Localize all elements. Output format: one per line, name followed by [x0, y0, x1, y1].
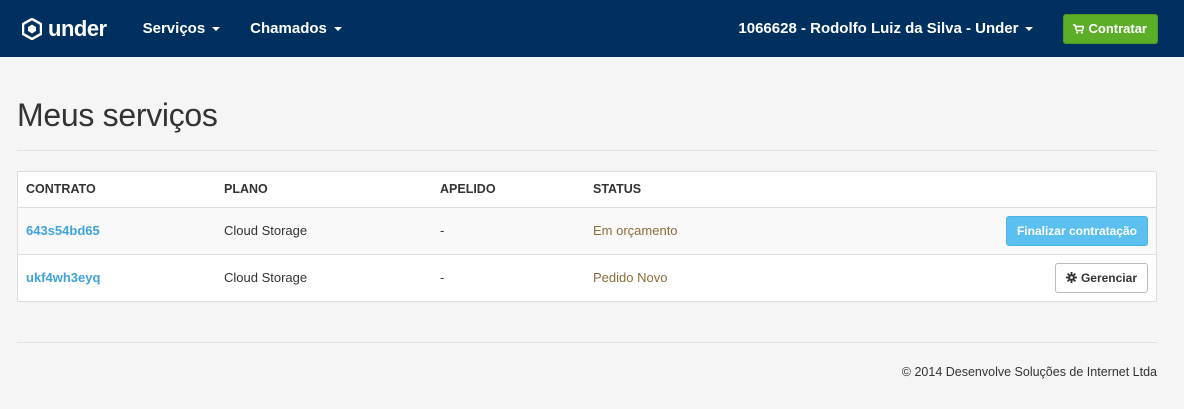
contract-link[interactable]: 643s54bd65 [26, 223, 100, 238]
under-logo-icon [22, 17, 42, 40]
contratar-button-label: Contratar [1088, 21, 1147, 36]
contratar-button[interactable]: Contratar [1063, 13, 1158, 44]
cell-plano: Cloud Storage [216, 207, 432, 255]
status-text: Pedido Novo [593, 270, 668, 286]
cell-contrato: 643s54bd65 [18, 207, 216, 255]
page-header: Meus serviços [17, 57, 1157, 151]
menu-chamados-dropdown[interactable]: Chamados [250, 20, 342, 37]
footer-copyright: © 2014 Desenvolve Soluções de Internet L… [901, 365, 1157, 379]
gear-icon [1065, 272, 1077, 284]
table-header-row: CONTRATO PLANO APELIDO STATUS [18, 172, 1156, 208]
services-table: CONTRATO PLANO APELIDO STATUS 643s54bd65… [18, 172, 1156, 301]
menu-chamados-label: Chamados [250, 20, 327, 37]
user-account-dropdown[interactable]: 1066628 - Rodolfo Luiz da Silva - Under [738, 20, 1034, 37]
cell-status: Pedido Novo [585, 254, 807, 301]
table-row: ukf4wh3eyq Cloud Storage - Pedido Novo G… [18, 254, 1156, 301]
header-actions [807, 172, 1156, 208]
status-text: Em orçamento [593, 223, 678, 238]
navbar-right: 1066628 - Rodolfo Luiz da Silva - Under … [738, 13, 1158, 44]
cell-plano: Cloud Storage [224, 270, 308, 286]
contract-link[interactable]: ukf4wh3eyq [26, 270, 100, 285]
chevron-down-icon [212, 26, 221, 31]
services-table-panel: CONTRATO PLANO APELIDO STATUS 643s54bd65… [17, 171, 1157, 302]
user-account-label: 1066628 - Rodolfo Luiz da Silva - Under [738, 20, 1019, 37]
finalizar-contratacao-button[interactable]: Finalizar contratação [1005, 215, 1148, 246]
page-footer: © 2014 Desenvolve Soluções de Internet L… [17, 342, 1157, 379]
page-title: Meus serviços [17, 97, 218, 133]
header-status: STATUS [585, 172, 808, 208]
cell-action: Gerenciar [807, 254, 1156, 301]
header-apelido: APELIDO [432, 172, 585, 208]
cell-apelido: - [440, 270, 445, 286]
menu-servicos-dropdown[interactable]: Serviços [143, 20, 221, 37]
cell-action: Finalizar contratação [807, 207, 1156, 255]
top-navbar: under Serviços Chamados 1066628 - Rodolf… [0, 0, 1184, 57]
brand-name: under [48, 15, 107, 41]
gerenciar-button-label: Gerenciar [1080, 270, 1137, 285]
header-plano: PLANO [216, 172, 432, 208]
chevron-down-icon [333, 26, 342, 31]
brand-logo[interactable]: under [22, 16, 107, 42]
chevron-down-icon [1025, 26, 1034, 31]
cart-icon [1073, 23, 1085, 34]
cell-contrato: ukf4wh3eyq [18, 254, 216, 301]
cell-status: Em orçamento [585, 207, 808, 255]
gerenciar-button[interactable]: Gerenciar [1054, 262, 1148, 293]
header-contrato: CONTRATO [18, 172, 216, 208]
cell-apelido: - [432, 207, 585, 255]
menu-servicos-label: Serviços [142, 20, 206, 37]
main-menu: Serviços Chamados [143, 20, 372, 37]
table-row: 643s54bd65 Cloud Storage - Em orçamento … [18, 207, 1156, 255]
main-content: Meus serviços CONTRATO PLANO APELIDO STA… [0, 57, 1184, 379]
